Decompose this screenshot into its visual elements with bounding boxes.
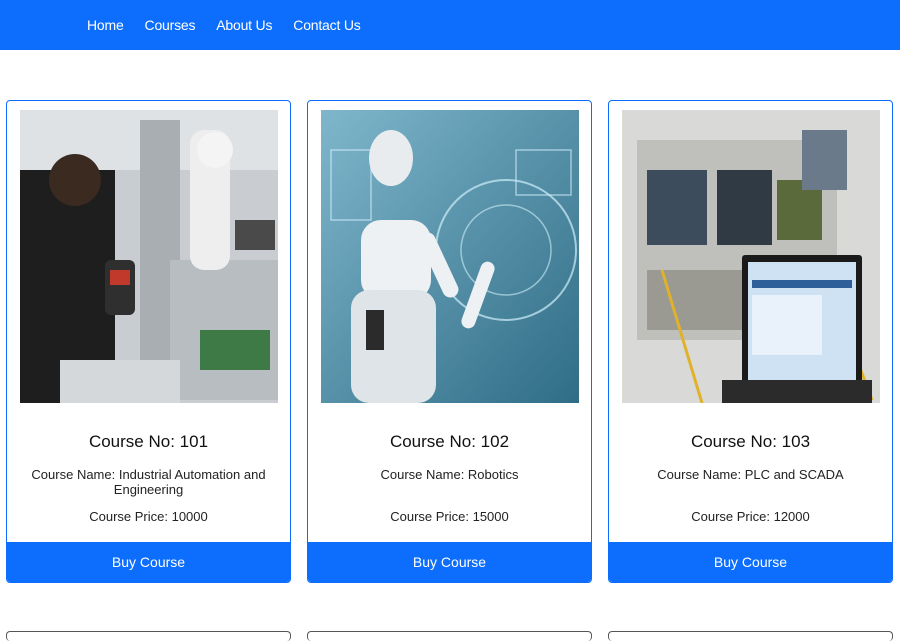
nav-about-us[interactable]: About Us (216, 17, 272, 33)
buy-course-button[interactable]: Buy Course (308, 542, 591, 582)
navbar: Home Courses About Us Contact Us (0, 0, 900, 50)
buy-course-button[interactable]: Buy Course (7, 542, 290, 582)
course-price: Course Price: 15000 (390, 509, 509, 524)
course-card: Course No: 102 Course Name: Robotics Cou… (307, 100, 592, 583)
course-name: Course Name: PLC and SCADA (657, 467, 844, 482)
robot-image (321, 110, 579, 403)
next-card-row (6, 631, 893, 641)
industrial-automation-image (20, 110, 278, 403)
course-card-partial (6, 631, 291, 641)
nav-home[interactable]: Home (87, 17, 124, 33)
course-number: Course No: 101 (88, 432, 209, 451)
nav-contact-us[interactable]: Contact Us (293, 17, 360, 33)
course-name: Course Name: Robotics (380, 467, 519, 482)
buy-course-button[interactable]: Buy Course (609, 542, 892, 582)
course-list: Course No: 101 Course Name: Industrial A… (6, 100, 893, 583)
nav-courses[interactable]: Courses (145, 17, 196, 33)
plc-panel-image (622, 110, 880, 403)
course-name: Course Name: Industrial Automation and E… (31, 467, 266, 497)
course-card-partial (608, 631, 893, 641)
course-card: Course No: 103 Course Name: PLC and SCAD… (608, 100, 893, 583)
course-card-partial (307, 631, 592, 641)
course-price: Course Price: 12000 (691, 509, 810, 524)
course-number: Course No: 103 (690, 432, 811, 451)
course-price: Course Price: 10000 (89, 509, 208, 524)
course-number: Course No: 102 (389, 432, 510, 451)
course-card: Course No: 101 Course Name: Industrial A… (6, 100, 291, 583)
